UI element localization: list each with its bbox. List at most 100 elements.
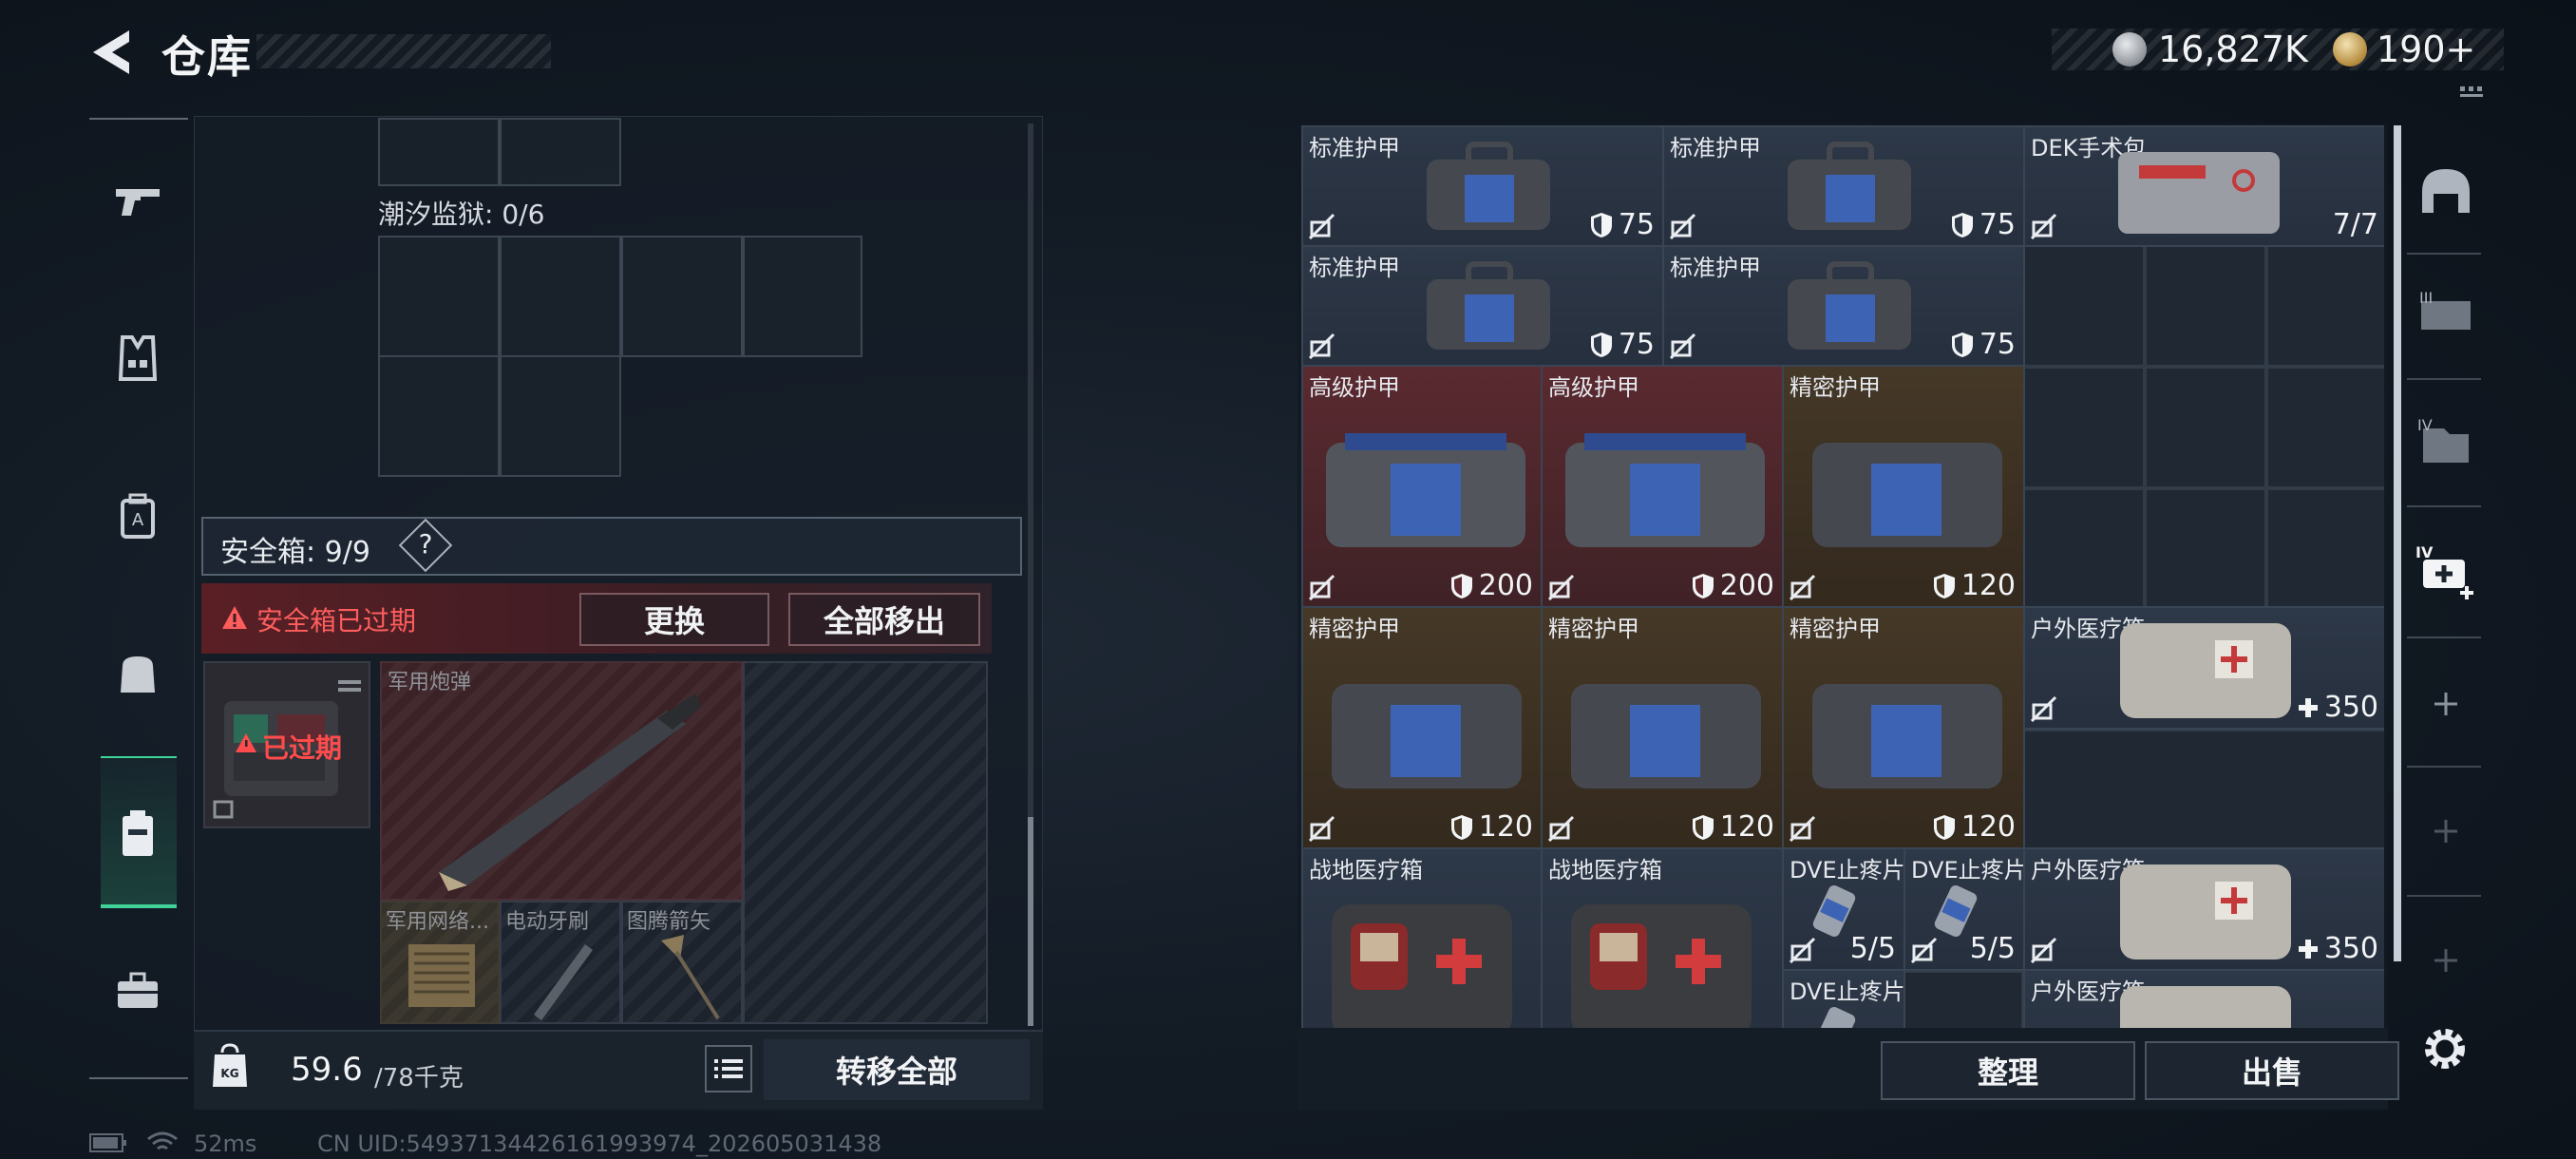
item-field-medkit[interactable]: 战地医疗箱: [1541, 847, 1784, 1028]
rnav-divider: [2407, 505, 2481, 507]
item-dve-painkiller[interactable]: DVE止疼片: [1782, 969, 1905, 1028]
item-dve-painkiller[interactable]: DVE止疼片 5/5: [1904, 847, 2025, 971]
grid-slot[interactable]: [378, 118, 500, 186]
plus-icon: [2434, 820, 2457, 843]
unlock-icon: [1548, 815, 1575, 842]
medkit-bag-image: [2120, 623, 2291, 718]
right-scrollbar[interactable]: [2394, 125, 2401, 961]
gold-coin-icon: [2333, 32, 2367, 66]
rnav-divider: [2407, 766, 2481, 768]
inventory-grid: 标准护甲 75 标准护甲 75 DEK手术包 7/7 标准护甲 75 标准护甲 …: [1301, 125, 2384, 1028]
item-advanced-armor[interactable]: 高级护甲 200: [1301, 365, 1543, 608]
item-outdoor-medkit[interactable]: 户外医疗箱 350: [2023, 847, 2384, 971]
item-precision-armor[interactable]: 精密护甲 120: [1541, 606, 1784, 849]
prison-slot[interactable]: [500, 236, 621, 357]
move-all-out-button[interactable]: 全部移出: [788, 593, 980, 646]
empty-slot[interactable]: [2023, 367, 2145, 488]
heal-plus-icon: [2298, 939, 2318, 959]
item-name: 高级护甲: [1548, 374, 1639, 401]
item-value: 350: [2298, 932, 2378, 965]
nav-safebox-tab[interactable]: [104, 800, 171, 866]
back-arrow-icon[interactable]: [87, 27, 137, 78]
item-electric-toothbrush[interactable]: 电动牙刷: [500, 901, 621, 1024]
grid-slot[interactable]: [500, 118, 621, 186]
item-dve-painkiller[interactable]: DVE止疼片 5/5: [1782, 847, 1905, 971]
prison-slot[interactable]: [500, 355, 621, 477]
prison-slot[interactable]: [378, 355, 500, 477]
prison-slot[interactable]: [743, 236, 862, 357]
empty-slot[interactable]: [2145, 367, 2266, 488]
expired-warning-text: 安全箱已过期: [256, 605, 417, 636]
item-totem-arrow[interactable]: 图腾箭矢: [621, 901, 743, 1024]
item-precision-armor[interactable]: 精密护甲 120: [1782, 365, 2025, 608]
plus-icon: [2434, 949, 2457, 972]
empty-slot[interactable]: [2145, 245, 2266, 367]
empty-slot[interactable]: [2023, 488, 2145, 610]
nav-vest-tab[interactable]: [104, 325, 171, 391]
empty-slot[interactable]: [2266, 367, 2384, 488]
item-standard-armor[interactable]: 标准护甲 75: [1662, 245, 2025, 367]
prison-slot[interactable]: [621, 236, 743, 357]
item-standard-armor[interactable]: 标准护甲 75: [1301, 245, 1664, 367]
item-advanced-armor[interactable]: 高级护甲 200: [1541, 365, 1784, 608]
empty-slot[interactable]: [1904, 971, 2023, 1028]
item-military-network[interactable]: 军用网络...: [380, 901, 500, 1024]
rnav-tier4-medkit-tab[interactable]: IV: [2413, 538, 2479, 604]
empty-slot[interactable]: [2145, 488, 2266, 610]
left-scrollbar-thumb[interactable]: [1028, 817, 1033, 1026]
rnav-tier4-bag-tab[interactable]: IV: [2413, 408, 2479, 475]
item-value: 75: [1590, 328, 1655, 361]
item-outdoor-medkit[interactable]: 户外医疗箱 350: [2023, 606, 2384, 730]
plus-icon: [2434, 693, 2457, 715]
gold-add-button[interactable]: +: [2446, 28, 2476, 70]
sort-button[interactable]: 整理: [1881, 1041, 2135, 1100]
nav-bag-tab[interactable]: [104, 640, 171, 707]
rnav-tier3-armor-tab[interactable]: III: [2413, 281, 2479, 348]
nav-backpack-tab[interactable]: A: [104, 483, 171, 549]
nav-toolbox-tab[interactable]: [104, 958, 171, 1024]
uses-value: 7/7: [2332, 208, 2378, 241]
arrow-image: [661, 935, 720, 1020]
item-value: 120: [1933, 810, 2016, 844]
empty-safe-slot[interactable]: [743, 661, 988, 1024]
item-outdoor-medkit[interactable]: 户外医疗箱: [2023, 969, 2384, 1028]
rnav-add-slot[interactable]: [2413, 927, 2479, 994]
item-name: 精密护甲: [1790, 374, 1881, 401]
item-precision-armor[interactable]: 精密护甲 120: [1782, 606, 2025, 849]
rnav-add-slot[interactable]: [2413, 671, 2479, 737]
item-standard-armor[interactable]: 标准护甲 75: [1301, 125, 1664, 247]
item-military-shell[interactable]: 军用炮弹: [380, 661, 743, 901]
armor-bag-image: [1427, 142, 1550, 230]
armor-bag-image: [1332, 684, 1522, 788]
svg-text:III: III: [2419, 289, 2433, 307]
empty-slot[interactable]: [2023, 730, 2384, 851]
settings-gear-icon[interactable]: [2418, 1022, 2472, 1075]
gold-amount[interactable]: 190+: [2377, 28, 2475, 70]
shield-icon: [1692, 814, 1714, 840]
empty-slot[interactable]: [2266, 488, 2384, 610]
list-view-button[interactable]: [705, 1045, 752, 1092]
item-field-medkit[interactable]: 战地医疗箱: [1301, 847, 1543, 1028]
rnav-add-slot[interactable]: [2413, 798, 2479, 864]
rnav-divider: [2407, 895, 2481, 897]
uses-value: 5/5: [1969, 932, 2016, 965]
item-dek-surgery-kit[interactable]: DEK手术包 7/7: [2023, 125, 2384, 247]
surgery-kit-image: [2118, 152, 2280, 234]
item-value: 5/5: [1970, 932, 2016, 965]
empty-slot[interactable]: [2023, 245, 2145, 367]
sell-button[interactable]: 出售: [2145, 1041, 2399, 1100]
nav-weapon-tab[interactable]: [104, 169, 171, 236]
backpack-icon: A: [121, 493, 155, 539]
prison-slot[interactable]: [378, 236, 500, 357]
uid-text: CN UID:5493713442616199397​4_20260503143…: [317, 1130, 882, 1157]
field-medkit-image: [1571, 904, 1752, 1028]
unlock-icon: [1309, 332, 1335, 359]
item-standard-armor[interactable]: 标准护甲 75: [1662, 125, 2025, 247]
rnav-helmet-tab[interactable]: [2413, 158, 2479, 224]
transfer-all-button[interactable]: 转移全部: [764, 1039, 1030, 1100]
replace-button[interactable]: 更换: [579, 593, 769, 646]
shield-icon: [1933, 814, 1955, 840]
item-precision-armor[interactable]: 精密护甲 120: [1301, 606, 1543, 849]
empty-slot[interactable]: [2266, 245, 2384, 367]
rnav-divider: [2407, 253, 2481, 255]
